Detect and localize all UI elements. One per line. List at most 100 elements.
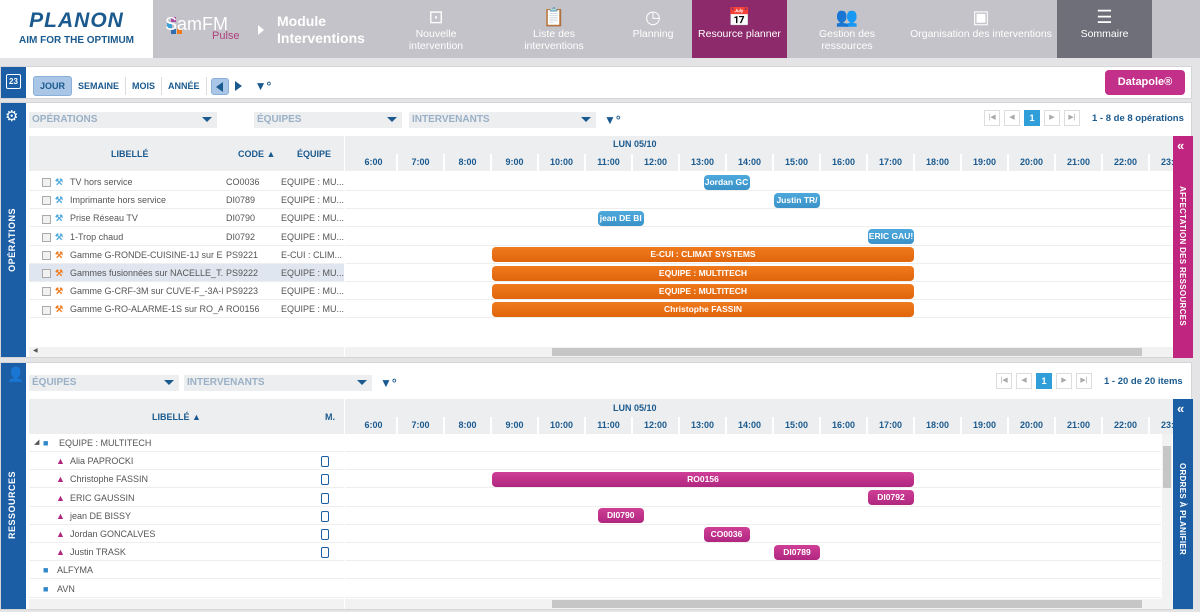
next-page-button[interactable]: ▶ (1044, 110, 1060, 126)
nav-item[interactable]: 📋 Liste des interventions (505, 0, 603, 58)
operation-bar[interactable]: E-CUI : CLIMAT SYSTEMS (492, 247, 914, 263)
prev-page-button[interactable]: ◀ (1016, 373, 1032, 389)
affectation-ressources-tab[interactable]: « AFFECTATION DES RESSOURCES (1173, 136, 1193, 358)
timeline-horizontal-scrollbar[interactable] (345, 599, 1173, 609)
column-libelle[interactable]: LIBELLÉ ▲ (152, 412, 201, 422)
operation-bar[interactable]: jean DE BI (597, 210, 644, 226)
mobile-phone-icon[interactable] (321, 474, 329, 486)
scrollbar-thumb[interactable] (552, 348, 1142, 356)
column-mobile[interactable]: M. (325, 412, 335, 422)
ordres-a-planifier-tab[interactable]: « ORDRES À PLANIFIER (1173, 399, 1193, 609)
tree-row[interactable]: ▲ Jordan GONCALVES (29, 525, 344, 543)
view-semaine-button[interactable]: SEMAINE (72, 77, 127, 95)
operation-bar[interactable]: Justin TR/ (774, 192, 820, 208)
collapse-chevrons-icon[interactable]: « (1177, 401, 1184, 416)
operation-bar[interactable]: Christophe FASSIN (492, 301, 914, 317)
operation-bar[interactable]: EQUIPE : MULTITECH (492, 265, 914, 281)
hour-label: 21:00 (1056, 154, 1103, 171)
calendar-icon[interactable]: 23 (1, 67, 26, 98)
intervenants-filter-dropdown[interactable]: INTERVENANTS (409, 112, 596, 128)
assignment-bar[interactable]: DI0790 (597, 508, 644, 524)
equipes-filter-dropdown[interactable]: ÉQUIPES (29, 375, 179, 391)
assignment-bar[interactable]: RO0156 (492, 471, 914, 487)
view-mois-button[interactable]: MOIS (126, 77, 163, 95)
wrench-icon: ⚒ (55, 177, 64, 187)
operations-filter-dropdown[interactable]: OPÉRATIONS (29, 112, 217, 128)
last-page-button[interactable]: ▶| (1064, 110, 1080, 126)
row-checkbox[interactable] (42, 178, 51, 188)
hour-label: 13:00 (680, 154, 727, 171)
planon-logo[interactable]: PLANON AIM FOR THE OPTIMUM (0, 0, 153, 58)
assignment-bar[interactable]: DI0789 (774, 544, 820, 560)
equipes-filter-dropdown[interactable]: ÉQUIPES (254, 112, 402, 128)
nav-item[interactable]: 📅 Resource planner (692, 0, 787, 58)
collapse-chevrons-icon[interactable]: « (1177, 138, 1184, 153)
mobile-phone-icon[interactable] (321, 529, 329, 540)
row-equipe: E-CUI : CLIM... (281, 249, 343, 260)
left-horizontal-scrollbar[interactable] (29, 599, 344, 609)
nav-item[interactable]: ⊡ Nouvelle intervention (400, 0, 472, 58)
table-row[interactable]: ⚒ Gamme G-RONDE-CUISINE-1J sur EQ... PS9… (29, 246, 344, 264)
previous-period-button[interactable] (210, 77, 229, 95)
scrollbar-thumb[interactable] (1163, 446, 1171, 488)
nav-item[interactable]: ▣ Organisation des interventions (905, 0, 1057, 58)
table-row[interactable]: ⚒ Gamme G-CRF-3M sur CUVE-F_-3A-L-... PS… (29, 282, 344, 301)
mobile-phone-icon[interactable] (321, 547, 329, 559)
datapole-button[interactable]: Datapole® (1105, 70, 1185, 95)
filter-reset-icon[interactable]: ▼° (380, 376, 397, 390)
left-horizontal-scrollbar[interactable]: ◀ (29, 347, 344, 357)
table-row[interactable]: ⚒ Prise Réseau TV DI0790 EQUIPE : MU... (29, 209, 344, 228)
mobile-phone-icon[interactable] (321, 510, 329, 522)
filter-reset-icon[interactable]: ▼° (604, 113, 621, 127)
tree-row[interactable]: ▲ Christophe FASSIN (29, 470, 344, 489)
timeline-horizontal-scrollbar[interactable] (345, 347, 1173, 357)
intervenants-filter-dropdown[interactable]: INTERVENANTS (184, 375, 372, 391)
last-page-button[interactable]: ▶| (1076, 373, 1092, 389)
column-code[interactable]: CODE ▲ (238, 149, 275, 159)
table-row[interactable]: ⚒ Gammes fusionnées sur NACELLE_T... PS9… (29, 264, 344, 282)
table-row[interactable]: ⚒ 1-Trop chaud DI0792 EQUIPE : MU... (29, 228, 344, 246)
tree-row[interactable]: ■ AVN (29, 580, 344, 598)
column-equipe[interactable]: ÉQUIPE (297, 149, 331, 159)
operation-bar[interactable]: EQUIPE : MULTITECH (492, 283, 914, 299)
table-row[interactable]: ⚒ Imprimante hors service DI0789 EQUIPE … (29, 191, 344, 210)
next-page-button[interactable]: ▶ (1056, 373, 1072, 389)
row-checkbox[interactable] (42, 214, 51, 224)
expand-toggle-icon[interactable]: ◢ (34, 434, 39, 451)
scrollbar-thumb[interactable] (552, 600, 1142, 608)
nav-item[interactable]: ◷ Planning (615, 0, 691, 58)
assignment-bar[interactable]: DI0792 (868, 490, 914, 506)
tree-row[interactable]: ▲ Alia PAPROCKI (29, 452, 344, 471)
row-checkbox[interactable] (42, 269, 51, 279)
table-row[interactable]: ⚒ TV hors service CO0036 EQUIPE : MU... (29, 173, 344, 191)
filter-reset-icon[interactable]: ▼° (255, 79, 272, 93)
mobile-phone-icon[interactable] (321, 492, 329, 504)
view-annee-button[interactable]: ANNÉE (162, 77, 207, 95)
table-row[interactable]: ⚒ Gamme G-RO-ALARME-1S sur RO_AL... RO01… (29, 300, 344, 319)
current-page[interactable]: 1 (1024, 110, 1040, 126)
first-page-button[interactable]: |◀ (984, 110, 1000, 126)
first-page-button[interactable]: |◀ (996, 373, 1012, 389)
row-checkbox[interactable] (42, 287, 51, 297)
operation-bar[interactable]: ERIC GAU! (868, 229, 914, 245)
tree-row[interactable]: ◢ ■ EQUIPE : MULTITECH (29, 434, 344, 452)
row-checkbox[interactable] (42, 232, 51, 242)
column-libelle[interactable]: LIBELLÉ (111, 149, 149, 159)
tree-row[interactable]: ▲ Justin TRASK (29, 543, 344, 562)
mobile-phone-icon[interactable] (321, 456, 329, 468)
tree-row[interactable]: ▲ ERIC GAUSSIN (29, 489, 344, 507)
assignment-bar[interactable]: CO0036 (703, 526, 750, 542)
tree-row[interactable]: ▲ jean DE BISSY (29, 507, 344, 525)
row-checkbox[interactable] (42, 305, 51, 315)
current-page[interactable]: 1 (1036, 373, 1052, 389)
nav-item[interactable]: 👥 Gestion des ressources (800, 0, 894, 58)
nav-item[interactable]: ☰ Sommaire (1057, 0, 1152, 58)
next-period-button[interactable] (233, 78, 243, 95)
tree-row[interactable]: ■ ALFYMA (29, 561, 344, 580)
row-checkbox[interactable] (42, 250, 51, 260)
prev-page-button[interactable]: ◀ (1004, 110, 1020, 126)
view-jour-button[interactable]: JOUR (33, 76, 73, 96)
row-checkbox[interactable] (42, 196, 51, 206)
vertical-scrollbar[interactable] (1162, 434, 1172, 599)
operation-bar[interactable]: Jordan GC (703, 174, 750, 190)
